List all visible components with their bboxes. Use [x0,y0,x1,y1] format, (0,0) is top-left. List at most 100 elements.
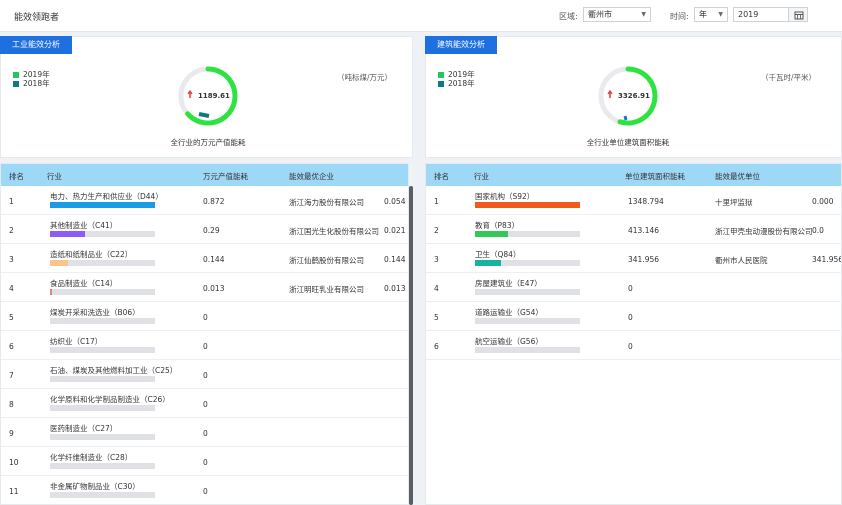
table-row[interactable]: 2 其他制造业（C41） 0.29 浙江国光生化股份有限公司 0.021 [1,215,408,244]
value-cell: 0 [203,342,208,351]
best-firm-name: 浙江国光生化股份有限公司 [289,227,379,236]
table-row[interactable]: 1 电力、热力生产和供应业（D44） 0.872 浙江海力股份有限公司 0.054 [1,186,408,215]
industry-name: 石油、煤炭及其他燃料加工业（C25） [50,366,178,375]
industrial-legend: 2019年 2018年 [13,70,50,88]
table-header: 排名 行业 单位建筑面积能耗 能效最优单位 [426,164,841,186]
industry-bar-track [50,376,155,382]
industry-bar-track [475,231,580,237]
time-unit-select[interactable]: 年 ▼ [694,7,728,22]
industry-bar-fill [475,202,580,208]
tab-industrial-analysis[interactable]: 工业能效分析 [0,36,72,54]
best-firm-value: 341.956 [812,255,842,264]
industry-bar-track [50,463,155,469]
rank-cell: 2 [9,226,14,235]
rank-cell: 5 [434,313,439,322]
best-firm-value: 0.000 [812,197,834,206]
column-header-best-unit: 能效最优单位 [715,172,760,181]
industry-bar-fill [50,260,68,266]
year-value: 2019 [738,10,759,19]
table-row[interactable]: 6 纺织业（C17） 0 [1,331,408,360]
table-row[interactable]: 5 道路运输业（G54） 0 [426,302,841,331]
table-row[interactable]: 7 石油、煤炭及其他燃料加工业（C25） 0 [1,360,408,389]
time-unit-value: 年 [699,10,707,19]
value-cell: 0 [203,400,208,409]
rank-cell: 4 [9,284,14,293]
industry-name: 教育（P83） [475,221,520,230]
gauge-arc-2018 [198,112,210,118]
value-cell: 0.013 [203,284,225,293]
rank-cell: 6 [434,342,439,351]
building-gauge-caption: 全行业单位建筑面积能耗 [586,138,670,147]
value-cell: 0 [628,342,633,351]
legend-swatch [438,71,444,78]
rank-cell: 3 [9,255,14,264]
industry-bar-fill [475,231,508,237]
table-row[interactable]: 9 医药制造业（C27） 0 [1,418,408,447]
table-row[interactable]: 4 房屋建筑业（E47） 0 [426,273,841,302]
industry-bar-fill [50,231,85,237]
legend-swatch [13,71,19,78]
industry-name: 卫生（Q84） [475,250,521,259]
page-title: 能效领跑者 [14,13,60,23]
table-row[interactable]: 3 造纸和纸制品业（C22） 0.144 浙江仙鹤股份有限公司 0.144 [1,244,408,273]
table-row[interactable]: 10 化学纤维制造业（C28） 0 [1,447,408,476]
industry-name: 道路运输业（G54） [475,308,543,317]
region-label: 区域: [559,12,578,21]
year-input[interactable]: 2019 [733,7,789,22]
industrial-ranking-table: 排名 行业 万元产值能耗 能效最优企业 1 电力、热力生产和供应业（D44） 0.8… [0,163,409,505]
legend-label: 2018年 [23,79,50,88]
industry-bar-track [475,202,580,208]
industry-bar-track [50,289,155,295]
calendar-button[interactable] [788,7,808,22]
rank-cell: 10 [9,458,19,467]
column-header-value: 单位建筑面积能耗 [625,172,685,181]
table-row[interactable]: 11 非金属矿物制品业（C30） 0 [1,476,408,504]
region-select[interactable]: 衢州市 ▼ [583,7,651,22]
tab-building-analysis[interactable]: 建筑能效分析 [425,36,497,54]
best-firm-name: 浙江仙鹤股份有限公司 [289,256,364,265]
gauge-value: 3326.91 [618,92,650,100]
time-label: 时间: [670,12,689,21]
table-row[interactable]: 5 煤炭开采和洗选业（B06） 0 [1,302,408,331]
industry-bar-track [475,260,580,266]
chevron-down-icon: ▼ [718,11,723,18]
table-row[interactable]: 8 化学原料和化学制品制造业（C26） 0 [1,389,408,418]
table-row[interactable]: 3 卫生（Q84） 341.956 衢州市人民医院 341.956 [426,244,842,273]
value-cell: 0 [203,458,208,467]
region-select-value: 衢州市 [588,10,612,19]
column-header-industry: 行业 [474,172,489,181]
industry-bar-track [50,434,155,440]
column-header-value: 万元产值能耗 [203,172,248,181]
industry-bar-track [50,202,155,208]
value-cell: 0.29 [203,226,220,235]
building-ranking-table: 排名 行业 单位建筑面积能耗 能效最优单位 1 国家机构（S92） 1348.794… [425,163,842,505]
table-header: 排名 行业 万元产值能耗 能效最优企业 [1,164,408,186]
legend-item-2018: 2018年 [13,79,50,88]
table-row[interactable]: 4 食品制造业（C14） 0.013 浙江明旺乳业有限公司 0.013 [1,273,408,302]
industry-name: 造纸和纸制品业（C22） [50,250,133,259]
scrollbar-thumb[interactable] [409,186,413,505]
column-header-rank: 排名 [9,172,24,181]
calendar-icon [794,11,804,20]
industrial-gauge-caption: 全行业的万元产值能耗 [170,138,246,147]
industry-bar-track [475,318,580,324]
best-firm-name: 衢州市人民医院 [715,256,768,265]
gauge-value: 1189.61 [198,92,230,100]
best-firm-value: 0.0 [812,226,824,235]
building-gauge: 3326.91 [596,64,660,128]
value-cell: 0 [203,429,208,438]
column-header-best-firm: 能效最优企业 [289,172,334,181]
value-cell: 413.146 [628,226,660,235]
table-row[interactable]: 1 国家机构（S92） 1348.794 十里坪监狱 0.000 [426,186,841,215]
industry-name: 国家机构（S92） [475,192,535,201]
rank-cell: 2 [434,226,439,235]
industry-bar-track [50,405,155,411]
legend-item-2018: 2018年 [438,79,475,88]
best-firm-name: 浙江海力股份有限公司 [289,198,364,207]
industry-bar-track [50,347,155,353]
value-cell: 341.956 [628,255,660,264]
table-row[interactable]: 6 航空运输业（G56） 0 [426,331,841,360]
table-row[interactable]: 2 教育（P83） 413.146 浙江甲壳虫动漫股份有限公司 0.0 [426,215,841,244]
industry-name: 医药制造业（C27） [50,424,118,433]
rank-cell: 5 [9,313,14,322]
